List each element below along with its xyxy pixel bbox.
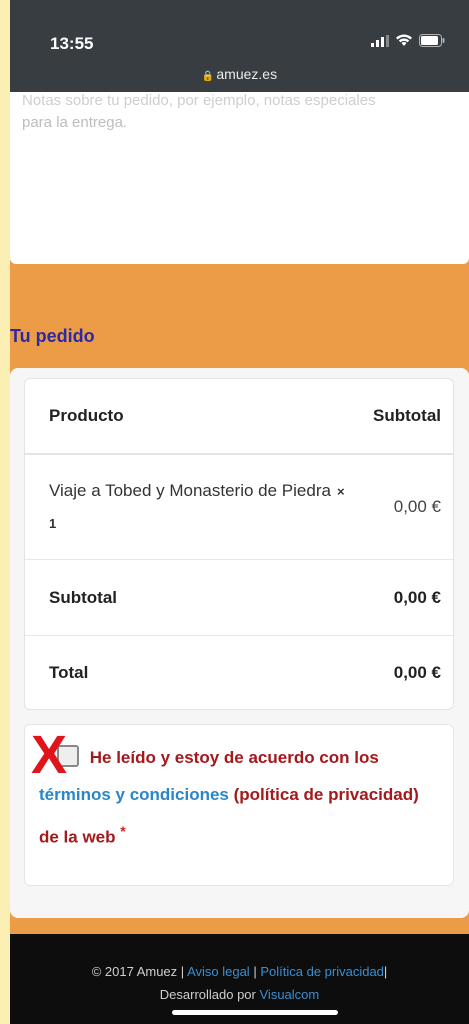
product-price: 0,00 €	[393, 497, 441, 516]
footer-copyright: © 2017 Amuez |	[91, 964, 185, 979]
total-row: Total 0,00 €	[25, 635, 453, 709]
terms-text-before: He leído y estoy de acuerdo con los	[89, 748, 379, 767]
url-bar[interactable]: 🔒 amuez.es	[10, 66, 469, 82]
required-mark: *	[120, 823, 126, 839]
lock-icon: 🔒	[201, 71, 215, 82]
footer-line2: Desarrollado por Visualcom	[10, 983, 469, 1006]
order-title: Tu pedido	[10, 326, 95, 346]
order-table: Producto Subtotal Viaje a Tobed y Monast…	[24, 378, 454, 710]
footer-sep: |	[253, 964, 257, 979]
status-bar: 13:55 🔒 amuez.es	[10, 0, 469, 92]
url-text: amuez.es	[216, 66, 278, 82]
terms-box: He leído y estoy de acuerdo con los térm…	[24, 724, 454, 886]
order-notes-textarea[interactable]: Notas sobre tu pedido, por ejemplo, nota…	[10, 92, 469, 264]
product-name-text: Viaje a Tobed y Monasterio de Piedra	[49, 481, 331, 500]
subtotal-label: Subtotal	[49, 587, 117, 607]
footer-line1: © 2017 Amuez | Aviso legal | Política de…	[10, 960, 469, 983]
product-name: Viaje a Tobed y Monasterio de Piedra × 1	[49, 475, 349, 539]
terms-link[interactable]: términos y condiciones	[39, 785, 229, 804]
order-review-panel: Producto Subtotal Viaje a Tobed y Monast…	[10, 368, 469, 918]
header-product: Producto	[49, 406, 124, 425]
footer-sep2: |	[383, 964, 388, 979]
table-header-row: Producto Subtotal	[25, 379, 453, 455]
status-icons	[371, 34, 445, 47]
table-row: Viaje a Tobed y Monasterio de Piedra × 1 …	[25, 455, 453, 559]
header-subtotal: Subtotal	[373, 406, 441, 425]
visualcom-link[interactable]: Visualcom	[260, 987, 320, 1002]
notes-placeholder-line1: Notas sobre tu pedido, por ejemplo, nota…	[22, 92, 376, 109]
wifi-icon	[395, 34, 413, 47]
privacy-policy-link[interactable]: Política de privacidad	[260, 964, 384, 979]
home-indicator[interactable]	[172, 1010, 338, 1015]
notes-placeholder-line2: para la entrega.	[22, 114, 128, 131]
footer-developed-by: Desarrollado por	[159, 987, 256, 1002]
terms-label[interactable]: He leído y estoy de acuerdo con los térm…	[39, 739, 437, 856]
total-label: Total	[49, 662, 89, 682]
notes-placeholder: Notas sobre tu pedido, por ejemplo, nota…	[22, 90, 457, 134]
annotation-x-mark: X	[31, 725, 68, 785]
signal-icon	[371, 34, 389, 47]
phone-screen: 13:55 🔒 amuez.es Notas sobre tu pedido, …	[10, 0, 469, 1024]
total-value: 0,00 €	[393, 662, 441, 682]
battery-icon	[419, 34, 445, 47]
aviso-legal-link[interactable]: Aviso legal	[187, 964, 250, 979]
status-time: 13:55	[50, 34, 94, 53]
subtotal-row: Subtotal 0,00 €	[25, 559, 453, 635]
subtotal-value: 0,00 €	[393, 587, 441, 607]
